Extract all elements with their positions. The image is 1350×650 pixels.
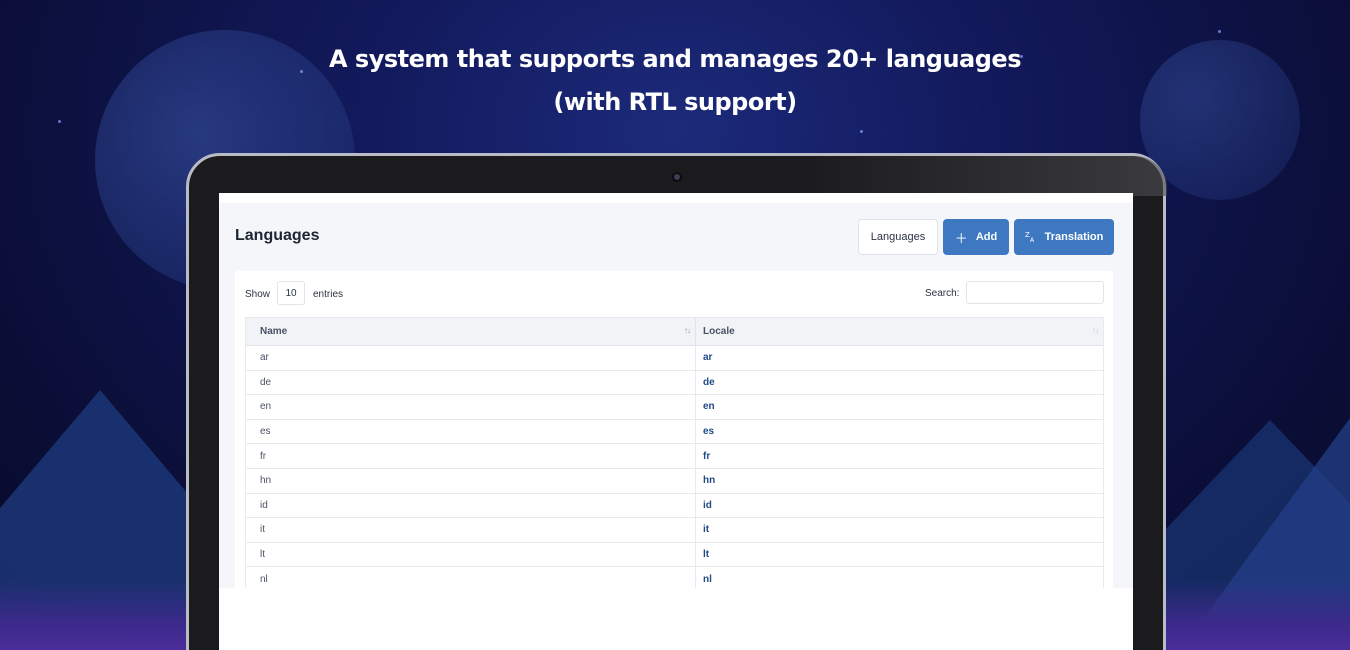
translate-icon: Z A (1025, 230, 1037, 245)
table-row: it it (246, 518, 1103, 543)
app-screen: Languages Languages ＋ Add Z A Translatio… (219, 193, 1133, 650)
entries-label: entries (313, 289, 344, 300)
cell-name: fr (246, 444, 696, 468)
cell-name: en (246, 395, 696, 419)
entries-select[interactable]: 10 (277, 281, 305, 305)
table-row: de de (246, 370, 1103, 396)
cell-name: es (246, 419, 696, 444)
languages-table: Name ↑↓ Locale ↑↓ ar ar de de en en es es fr fr hn… (245, 317, 1104, 593)
column-header-locale-label: Locale (703, 326, 735, 337)
cell-name: id (246, 493, 696, 518)
camera-icon (672, 172, 682, 182)
languages-button-label: Languages (870, 231, 926, 243)
column-header-name[interactable]: Name ↑↓ (246, 318, 696, 345)
languages-card: Show 10 entries Search: Name ↑↓ Locale ↑… (235, 271, 1113, 593)
cell-name: ar (246, 346, 696, 370)
headline-line-2: (with RTL support) (553, 88, 797, 116)
languages-button[interactable]: Languages (858, 219, 938, 255)
headline-line-1: A system that supports and manages 20+ l… (329, 45, 1021, 73)
page-title: Languages (235, 227, 320, 244)
add-button[interactable]: ＋ Add (943, 219, 1009, 255)
cell-name: it (246, 518, 696, 542)
cell-name: de (246, 370, 696, 395)
table-row: hn hn (246, 468, 1103, 494)
column-header-locale[interactable]: Locale ↑↓ (696, 318, 1103, 345)
cell-locale: fr (703, 450, 711, 462)
cell-locale: es (703, 426, 715, 438)
sort-icon: ↑↓ (1092, 326, 1099, 335)
star-decoration (1218, 30, 1221, 33)
cell-name: hn (246, 468, 696, 493)
frame-sheen (797, 156, 1167, 196)
sort-icon: ↑↓ (684, 326, 691, 335)
table-row: fr fr (246, 444, 1103, 469)
search-input[interactable] (966, 281, 1104, 304)
show-label: Show (245, 289, 271, 300)
table-row: en en (246, 395, 1103, 420)
table-row: id id (246, 493, 1103, 519)
search-label: Search: (925, 288, 960, 299)
cell-locale: lt (703, 549, 710, 561)
table-row: ar ar (246, 346, 1103, 371)
cell-locale: en (703, 401, 715, 413)
translation-button-label: Translation (1044, 231, 1104, 243)
plus-icon: ＋ (954, 230, 968, 246)
table-body: ar ar de de en en es es fr fr hn hn id id it it lt lt nl nl (246, 346, 1103, 592)
add-button-label: Add (975, 231, 998, 243)
cell-locale: de (703, 376, 715, 388)
translation-button[interactable]: Z A Translation (1014, 219, 1114, 255)
svg-text:A: A (1030, 237, 1035, 242)
cell-locale: hn (703, 475, 716, 487)
star-decoration (860, 130, 863, 133)
headline: A system that supports and manages 20+ l… (0, 38, 1350, 124)
table-row: es es (246, 419, 1103, 445)
top-strip (219, 193, 1133, 203)
cell-locale: id (703, 499, 712, 511)
cell-locale: ar (703, 352, 713, 364)
screen-bottom (219, 588, 1133, 650)
cell-locale: it (703, 524, 710, 536)
table-header: Name ↑↓ Locale ↑↓ (246, 318, 1103, 346)
column-header-name-label: Name (260, 326, 288, 337)
table-row: lt lt (246, 542, 1103, 568)
cell-name: lt (246, 542, 696, 567)
